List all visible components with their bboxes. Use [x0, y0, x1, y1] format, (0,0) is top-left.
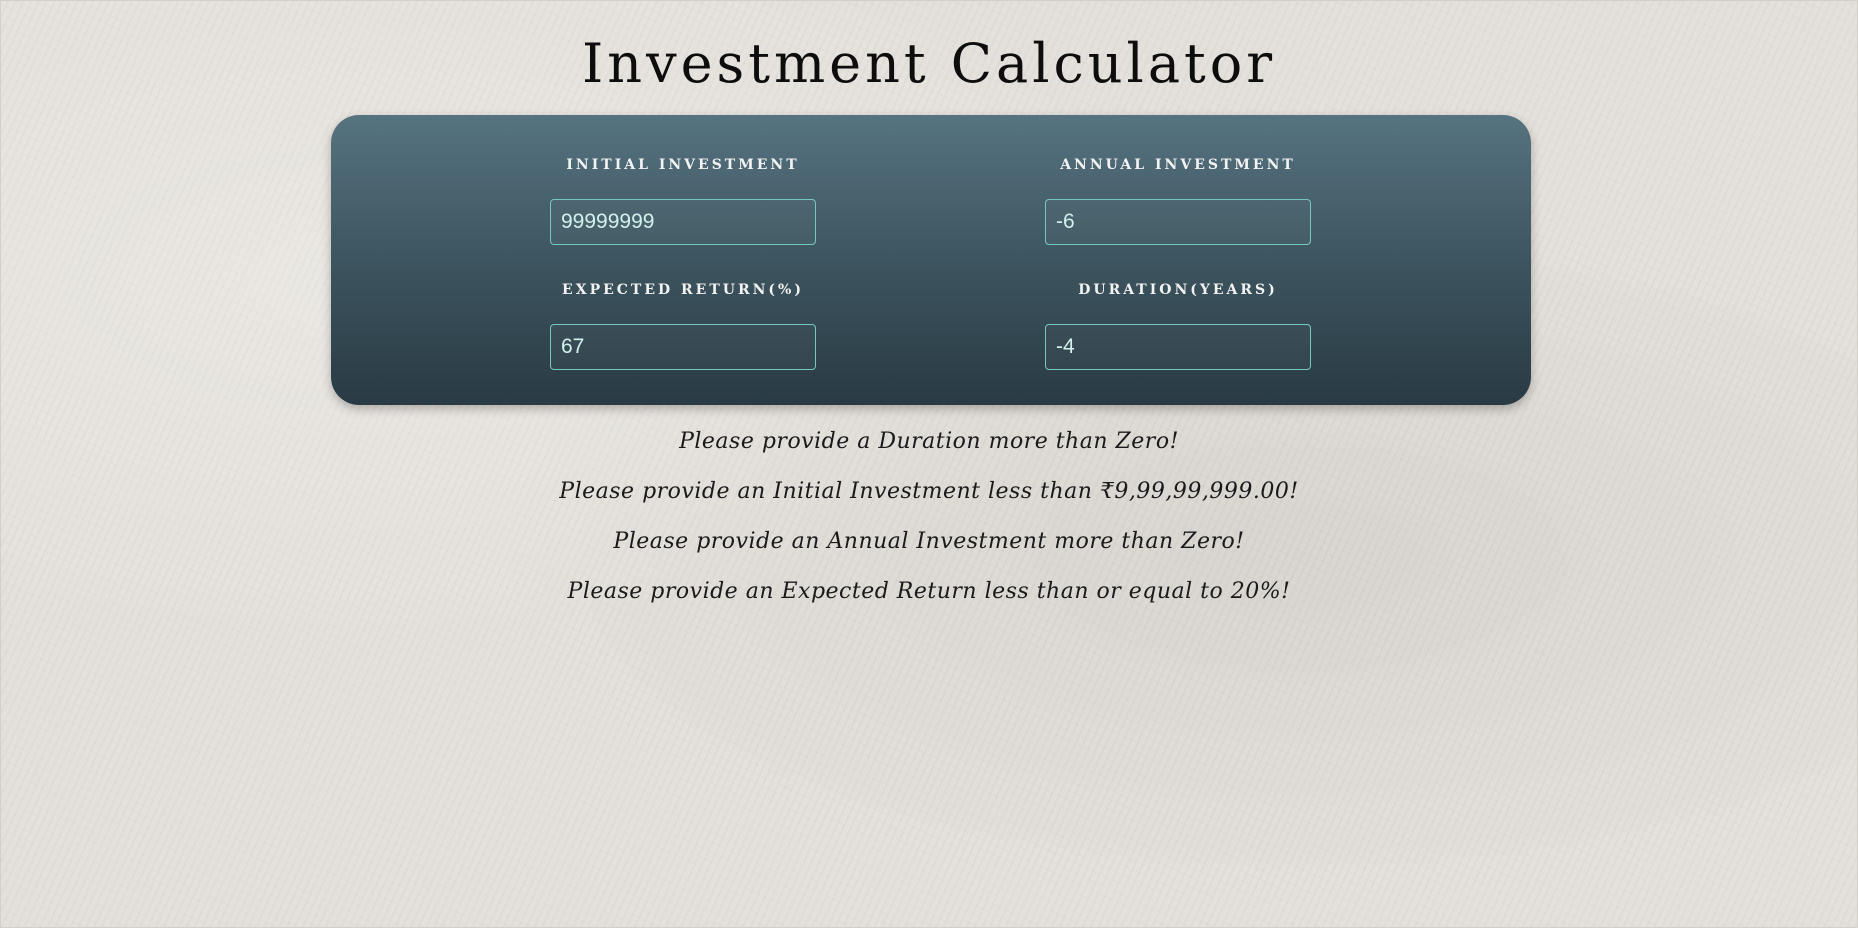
initial-investment-label: Initial Investment [566, 157, 800, 173]
duration-field: Duration(Years) [1045, 280, 1311, 370]
validation-messages: Please provide a Duration more than Zero… [0, 422, 1858, 622]
duration-error-message: Please provide a Duration more than Zero… [679, 429, 1179, 454]
annual-investment-field: Annual Investment [1045, 155, 1311, 245]
initial-investment-field: Initial Investment [550, 155, 816, 245]
expected-return-label: Expected Return(%) [562, 282, 804, 298]
calculator-form-panel: Initial Investment Annual Investment Exp… [331, 115, 1531, 405]
duration-label: Duration(Years) [1078, 282, 1278, 298]
annual-investment-label: Annual Investment [1060, 157, 1296, 173]
page-title: Investment Calculator [581, 32, 1277, 95]
expected-return-input[interactable] [550, 324, 816, 370]
duration-input[interactable] [1045, 324, 1311, 370]
initial-investment-error-message: Please provide an Initial Investment les… [559, 479, 1299, 504]
expected-return-error-message: Please provide an Expected Return less t… [567, 579, 1291, 604]
expected-return-field: Expected Return(%) [550, 280, 816, 370]
annual-investment-input[interactable] [1045, 199, 1311, 245]
annual-investment-error-message: Please provide an Annual Investment more… [613, 529, 1245, 554]
initial-investment-input[interactable] [550, 199, 816, 245]
